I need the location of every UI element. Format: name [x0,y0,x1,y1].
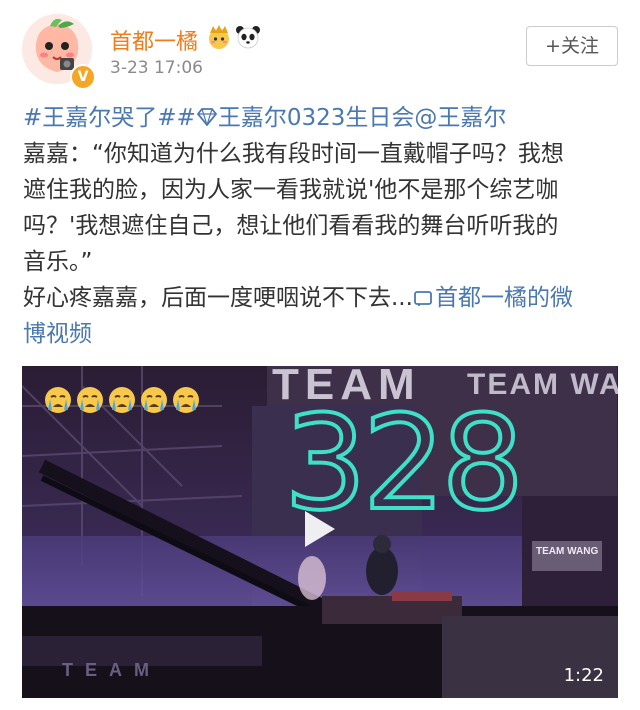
diamond-icon [196,108,217,126]
video-source-link[interactable]: 首都一橘的微 [413,285,573,311]
username-emoji [207,24,261,50]
post-line: 音乐。” [23,249,93,275]
post-line: 嘉嘉：“你知道为什么我有段时间一直戴帽子吗？我想 [23,141,564,167]
hashtag-link-2[interactable]: # 王嘉尔0323生日会 [177,105,415,131]
screen-text-right: TEAM WANG [536,546,599,557]
mention-link[interactable]: @王嘉尔 [414,105,506,131]
video-player[interactable]: TEAM TEAM WANG 328 TEAM WANG TEAM 1:22 [22,366,618,698]
video-duration: 1:22 [563,665,604,686]
verified-badge: V [70,64,96,90]
video-source-link-cont[interactable]: 博视频 [23,316,623,352]
post-line: 吗？'我想遮住自己，想让他们看看我的舞台听听我的 [23,213,559,239]
video-link-text: 首都一橘的微 [434,285,573,311]
post-body: #王嘉尔哭了## 王嘉尔0323生日会@王嘉尔 嘉嘉：“你知道为什么我有段时间一直… [23,100,623,352]
post-line-tags: #王嘉尔哭了## 王嘉尔0323生日会@王嘉尔 [23,100,623,136]
play-button[interactable] [297,507,341,551]
crown-face-emoji [209,25,229,49]
post-line-text: 好心疼嘉嘉，后面一度哽咽说不下去... [23,285,413,311]
follow-button[interactable]: +关注 [526,26,618,66]
crying-emoji [172,386,200,414]
crying-emoji [44,386,72,414]
emoji-overlay [44,386,204,416]
crying-emoji [108,386,136,414]
hashtag-text: 王嘉尔0323生日会 [217,105,415,131]
video-link-icon [414,291,432,306]
hashtag-link[interactable]: #王嘉尔哭了# [23,105,177,131]
post-line: 好心疼嘉嘉，后面一度哽咽说不下去... 首都一橘的微 [23,280,623,316]
post-header: V 首都一橘 3-23 17:06 +关注 [0,0,640,100]
crying-emoji [140,386,168,414]
panda-emoji [236,26,260,49]
play-icon [305,511,335,547]
crying-emoji [76,386,104,414]
screen-text-bottom: TEAM [62,660,161,680]
username[interactable]: 首都一橘 [110,24,198,56]
post-line: 遮住我的脸，因为人家一看我就说'他不是那个综艺咖 [23,177,559,203]
post-timestamp: 3-23 17:06 [110,58,203,78]
